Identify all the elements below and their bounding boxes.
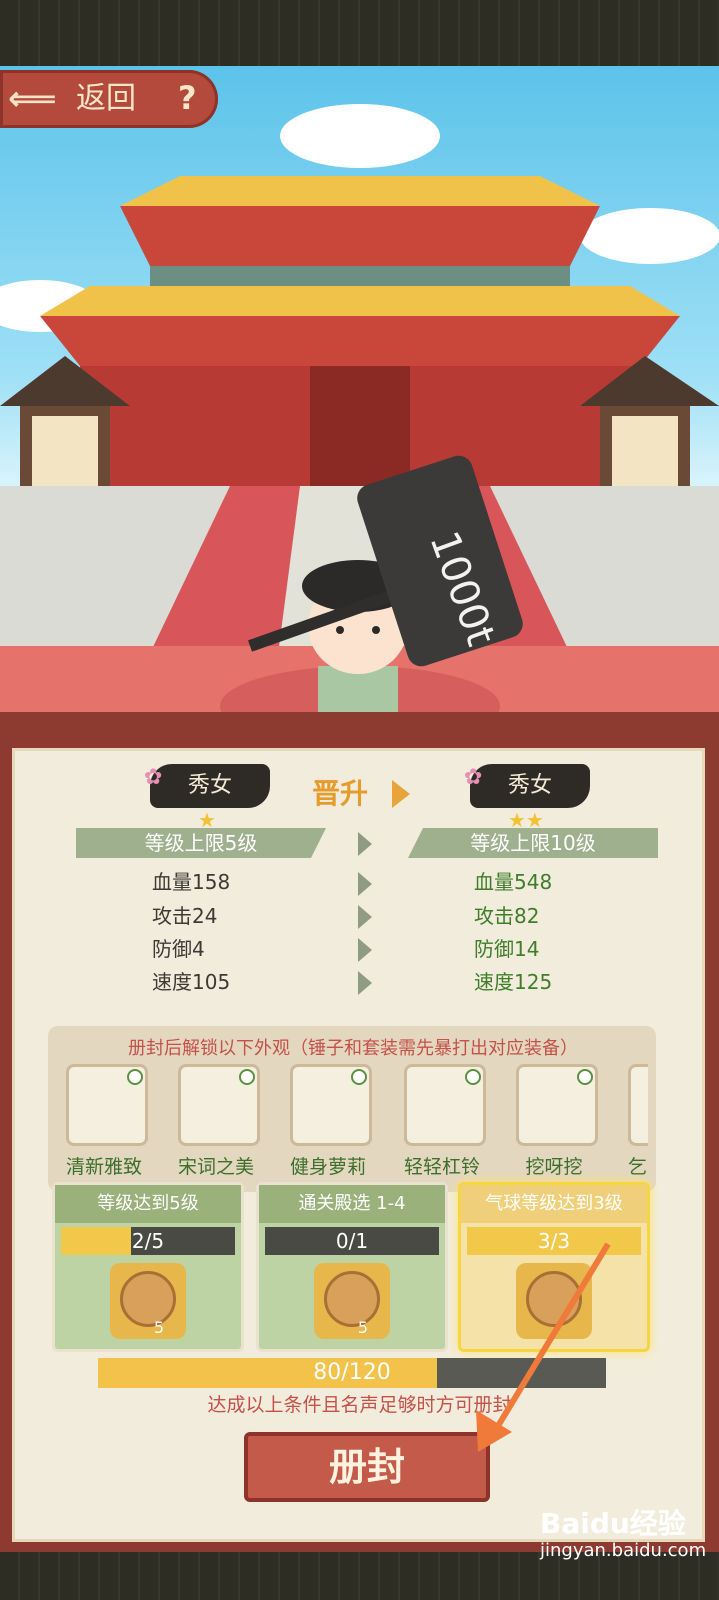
search-icon [465,1069,481,1085]
skin-item[interactable]: 清新雅致 [58,1064,150,1179]
flower-icon: ✿ [464,765,483,790]
next-stat-defense: 防御14 [474,937,540,961]
next-rank-badge: ✿ 秀女 ★★ [464,764,590,832]
task-progress-bar: 2/5 [61,1227,235,1255]
current-level-cap: 等级上限5级 [76,828,326,858]
skin-thumbnail [290,1064,372,1146]
watermark: Baidu经验 [540,1507,686,1540]
skin-item[interactable]: 宋词之美 [170,1064,262,1179]
current-rank-badge: ✿ 秀女 ★ [144,764,270,832]
reward-qty: 5 [153,1318,164,1337]
task-title: 气球等级达到3级 [461,1185,647,1223]
task-title: 通关殿选 1-4 [259,1185,445,1223]
compare-arrow-icon [358,971,372,995]
next-stat-attack: 攻击82 [474,904,540,928]
reward-qty: 5 [357,1318,368,1337]
compare-arrow-icon [358,832,372,856]
next-stat-speed: 速度125 [474,970,553,994]
current-rank-name: 秀女 [187,773,232,798]
next-rank-name: 秀女 [507,773,552,798]
task-progress-text: 3/3 [537,1229,571,1253]
palace-illustration: 1000t [0,104,719,756]
mooncake-icon [324,1271,380,1327]
skin-thumbnail [404,1064,486,1146]
skin-label: 挖呀挖 [525,1156,583,1178]
confer-title-button[interactable]: 册封 [244,1432,490,1502]
current-stat-speed: 速度105 [152,970,231,994]
search-icon [239,1069,255,1085]
skin-label: 乞 [628,1156,648,1178]
skin-thumbnail [66,1064,148,1146]
task-progress-text: 0/1 [335,1229,369,1253]
current-stat-attack: 攻击24 [152,904,218,928]
task-card[interactable]: 通关殿选 1-4 0/1 5 [256,1182,448,1352]
back-button[interactable]: ⟸ 返回 ? [0,70,218,128]
skin-item[interactable]: 挖呀挖 [508,1064,600,1179]
task-card[interactable]: 等级达到5级 2/5 5 [52,1182,244,1352]
mooncake-icon [120,1271,176,1327]
promote-label: 晋升 [312,777,369,810]
skin-label: 轻轻杠铃 [403,1156,480,1178]
task-progress-bar: 3/3 [467,1227,641,1255]
compare-arrow-icon [358,872,372,896]
skin-label: 健身萝莉 [289,1156,366,1178]
task-progress-text: 2/5 [131,1229,165,1253]
top-decor-strip [0,0,719,66]
skin-thumbnail [178,1064,260,1146]
back-label: 返回 [76,81,136,116]
next-stat-hp: 血量548 [474,870,553,894]
current-stat-hp: 血量158 [152,870,231,894]
reputation-progress-text: 80/120 [313,1360,391,1385]
help-icon[interactable]: ? [178,80,214,116]
mooncake-icon [526,1271,582,1327]
skin-item[interactable]: 健身萝莉 [282,1064,374,1179]
skin-label: 宋词之美 [177,1156,254,1178]
search-icon [577,1069,593,1085]
promote-arrow-icon [392,780,410,808]
skin-item-partial[interactable]: 乞 [620,1064,648,1179]
search-icon [127,1069,143,1085]
current-stat-defense: 防御4 [152,937,205,961]
skin-label: 清新雅致 [65,1156,142,1178]
palace-scene: 1000t [0,66,719,756]
flower-icon: ✿ [144,765,163,790]
reward-item[interactable]: 5 [314,1263,390,1339]
reward-item[interactable] [516,1263,592,1339]
skin-item[interactable]: 轻轻杠铃 [396,1064,488,1179]
back-arrow-icon: ⟸ [8,79,57,119]
task-progress-bar: 0/1 [265,1227,439,1255]
unlock-title: 册封后解锁以下外观（锤子和套装需先暴打出对应装备） [128,1038,578,1059]
watermark-url: jingyan.baidu.com [540,1540,707,1561]
compare-arrow-icon [358,938,372,962]
compare-arrow-icon [358,905,372,929]
search-icon [351,1069,367,1085]
task-card-complete[interactable]: 气球等级达到3级 3/3 [458,1182,650,1352]
reputation-progress-bar: 80/120 [98,1358,606,1388]
skin-thumbnail [516,1064,598,1146]
reward-item[interactable]: 5 [110,1263,186,1339]
condition-hint: 达成以上条件且名声足够时方可册封 [207,1394,512,1416]
task-title: 等级达到5级 [55,1185,241,1223]
next-level-cap: 等级上限10级 [408,828,658,858]
skin-thumbnail [628,1064,648,1146]
